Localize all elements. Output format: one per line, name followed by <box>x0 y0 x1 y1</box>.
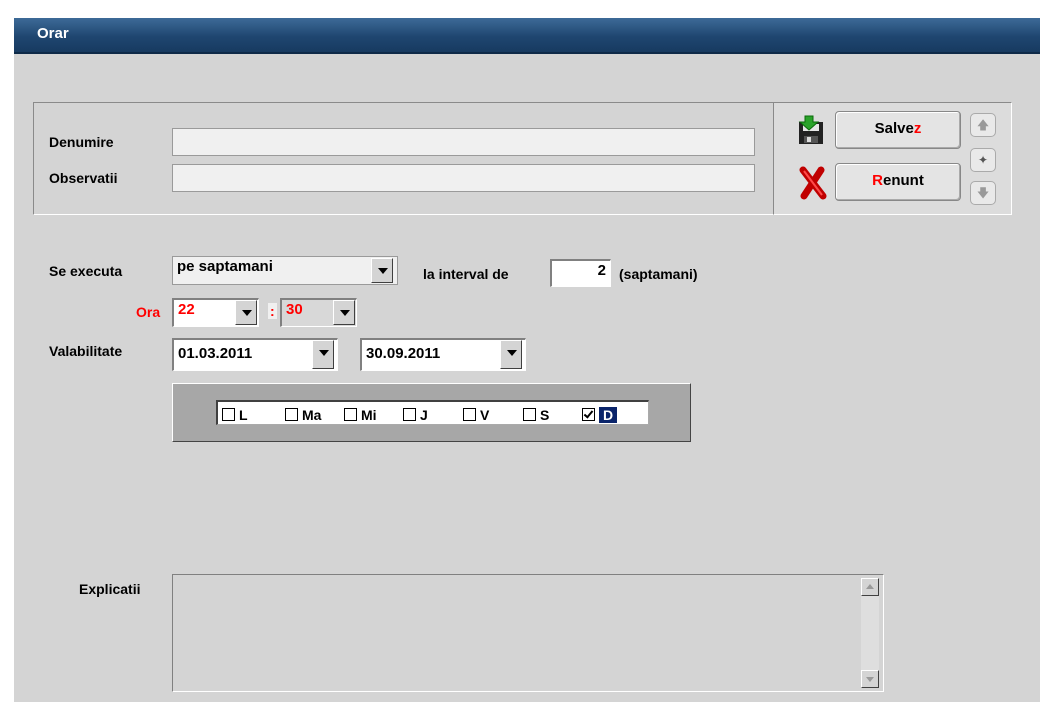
form-body: Denumire Observatii Salvez Renunt 🡅 ✦ 🡇 … <box>14 54 1040 702</box>
validity-label: Valabilitate <box>49 343 123 359</box>
close-icon[interactable] <box>797 166 829 200</box>
checkbox-icon <box>285 408 298 421</box>
checkbox-icon <box>222 408 235 421</box>
day-label: L <box>239 407 248 423</box>
save-button-hotkey: z <box>913 120 922 137</box>
denumire-label: Denumire <box>49 134 114 150</box>
day-checkbox-j[interactable]: J <box>403 407 428 423</box>
top-strip <box>0 0 1040 18</box>
save-icon[interactable] <box>795 114 827 146</box>
date-to-dropdown-icon[interactable] <box>500 340 522 369</box>
cancel-button-label: enunt <box>883 172 924 189</box>
save-button-label: Salve <box>874 120 914 137</box>
move-icon[interactable]: ✦ <box>970 148 996 172</box>
header-group <box>33 102 775 215</box>
observatii-field[interactable] <box>172 164 755 192</box>
day-label: J <box>420 407 428 423</box>
checkbox-checked-icon <box>582 408 595 421</box>
executa-dropdown-icon[interactable] <box>371 258 393 283</box>
explicatii-textarea[interactable] <box>172 574 884 692</box>
date-from-value: 01.03.2011 <box>178 345 253 362</box>
day-checkbox-v[interactable]: V <box>463 407 489 423</box>
day-label: Ma <box>302 407 322 423</box>
interval-unit: (saptamani) <box>619 266 698 282</box>
down-arrow-button[interactable]: 🡇 <box>970 181 996 205</box>
day-label: D <box>599 407 618 423</box>
observatii-label: Observatii <box>49 170 118 186</box>
executa-value: pe saptamani <box>177 258 273 275</box>
date-from-dropdown-icon[interactable] <box>312 340 334 369</box>
day-checkbox-ma[interactable]: Ma <box>285 407 321 423</box>
scroll-down-button[interactable] <box>861 670 879 688</box>
ora-minute-value: 30 <box>286 301 303 318</box>
up-arrow-button[interactable]: 🡅 <box>970 113 996 137</box>
day-checkbox-mi[interactable]: Mi <box>344 407 377 423</box>
executa-label: Se executa <box>49 263 123 279</box>
cancel-button-hotkey: R <box>872 172 883 189</box>
checkbox-icon <box>523 408 536 421</box>
days-strip: L Ma Mi J V S D <box>216 400 649 425</box>
interval-input[interactable]: 2 <box>550 259 611 287</box>
minute-dropdown-icon[interactable] <box>333 300 355 325</box>
day-label: S <box>540 407 550 423</box>
scroll-up-button[interactable] <box>861 578 879 596</box>
day-checkbox-s[interactable]: S <box>523 407 549 423</box>
save-button[interactable]: Salvez <box>835 111 961 149</box>
hour-dropdown-icon[interactable] <box>235 300 257 325</box>
checkbox-icon <box>463 408 476 421</box>
checkbox-icon <box>344 408 357 421</box>
interval-label: la interval de <box>423 266 509 282</box>
day-label: Mi <box>361 407 377 423</box>
day-checkbox-d[interactable]: D <box>582 407 618 423</box>
denumire-field[interactable] <box>172 128 755 156</box>
executa-select[interactable]: pe saptamani <box>172 256 398 285</box>
ora-hour-value: 22 <box>178 301 195 318</box>
ora-separator: : <box>268 303 277 319</box>
day-checkbox-l[interactable]: L <box>222 407 248 423</box>
day-label: V <box>480 407 490 423</box>
ora-label: Ora <box>136 304 161 320</box>
explicatii-label: Explicatii <box>79 581 141 597</box>
window-title: Orar <box>37 25 69 42</box>
title-bar: Orar <box>14 18 1040 54</box>
cancel-button[interactable]: Renunt <box>835 163 961 201</box>
window: Orar Denumire Observatii Salvez Renunt 🡅… <box>0 0 1040 702</box>
checkbox-icon <box>403 408 416 421</box>
date-to-value: 30.09.2011 <box>366 345 441 362</box>
